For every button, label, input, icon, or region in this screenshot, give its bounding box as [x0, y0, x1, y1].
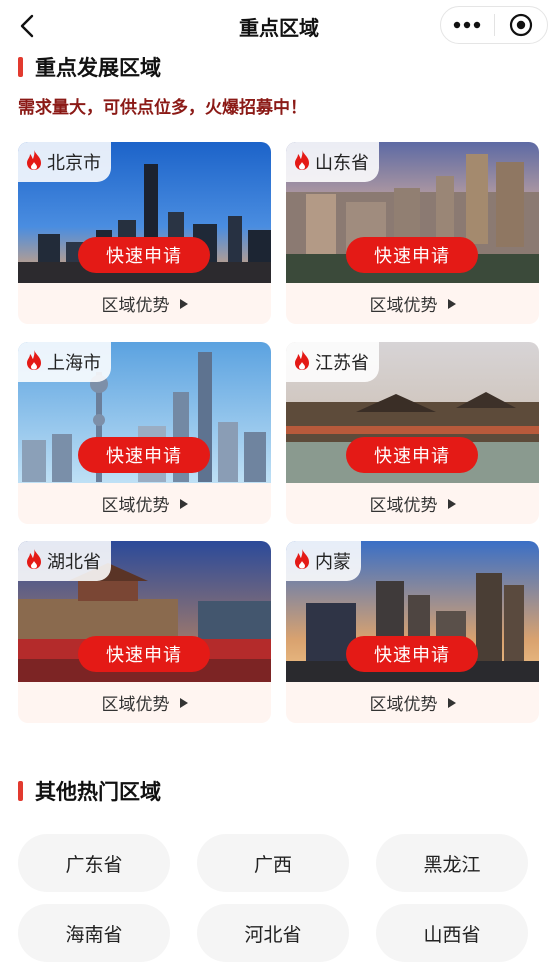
region-card-hubei[interactable]: 湖北省 快速申请 区域优势: [18, 541, 271, 723]
region-pill-shanxi[interactable]: 山西省: [376, 904, 528, 962]
advantage-label: 区域优势: [101, 695, 170, 715]
region-tag: 上海市: [18, 342, 111, 382]
quick-apply-button[interactable]: 快速申请: [346, 636, 478, 672]
flame-icon: [26, 150, 42, 174]
section-accent-bar: [18, 57, 23, 77]
region-pill-hebei[interactable]: 河北省: [197, 904, 349, 962]
region-name: 上海市: [47, 353, 101, 374]
region-name: 江苏省: [315, 353, 369, 374]
quick-apply-button[interactable]: 快速申请: [78, 237, 210, 273]
triangle-right-icon: [447, 498, 456, 509]
region-pill-hainan[interactable]: 海南省: [18, 904, 170, 962]
region-card-beijing[interactable]: 北京市 快速申请 区域优势: [18, 142, 271, 324]
focus-section-header: 重点发展区域: [18, 52, 161, 82]
flame-icon: [26, 350, 42, 374]
triangle-right-icon: [179, 298, 188, 309]
top-nav-bar: 重点区域: [0, 0, 558, 52]
region-card-shanghai[interactable]: 上海市 快速申请 区域优势: [18, 342, 271, 524]
region-card-shandong[interactable]: 山东省 快速申请 区域优势: [286, 142, 539, 324]
quick-apply-button[interactable]: 快速申请: [78, 636, 210, 672]
quick-apply-button[interactable]: 快速申请: [346, 437, 478, 473]
region-pill-guangdong[interactable]: 广东省: [18, 834, 170, 892]
region-tag: 山东省: [286, 142, 379, 182]
region-advantage-link[interactable]: 区域优势: [286, 483, 539, 524]
more-dots-icon[interactable]: [441, 7, 494, 43]
quick-apply-button[interactable]: 快速申请: [78, 437, 210, 473]
flame-icon: [26, 549, 42, 573]
region-name: 湖北省: [47, 552, 101, 573]
region-card-jiangsu[interactable]: 江苏省 快速申请 区域优势: [286, 342, 539, 524]
other-section-title: 其他热门区域: [35, 780, 161, 804]
triangle-right-icon: [179, 697, 188, 708]
region-card-neimeng[interactable]: 内蒙 快速申请 区域优势: [286, 541, 539, 723]
advantage-label: 区域优势: [369, 496, 438, 516]
region-tag: 湖北省: [18, 541, 111, 581]
region-name: 内蒙: [315, 552, 351, 573]
focus-subtitle: 需求量大，可供点位多，火爆招募中！: [18, 98, 307, 118]
triangle-right-icon: [179, 498, 188, 509]
region-tag: 内蒙: [286, 541, 361, 581]
advantage-label: 区域优势: [369, 296, 438, 316]
region-advantage-link[interactable]: 区域优势: [18, 682, 271, 723]
other-section-header: 其他热门区域: [18, 776, 161, 806]
section-accent-bar: [18, 781, 23, 801]
close-target-icon[interactable]: [495, 7, 548, 43]
triangle-right-icon: [447, 298, 456, 309]
quick-apply-button[interactable]: 快速申请: [346, 237, 478, 273]
advantage-label: 区域优势: [369, 695, 438, 715]
flame-icon: [294, 150, 310, 174]
region-advantage-link[interactable]: 区域优势: [18, 283, 271, 324]
region-tag: 北京市: [18, 142, 111, 182]
advantage-label: 区域优势: [101, 496, 170, 516]
mini-program-capsule: [440, 6, 548, 44]
region-advantage-link[interactable]: 区域优势: [18, 483, 271, 524]
region-tag: 江苏省: [286, 342, 379, 382]
region-advantage-link[interactable]: 区域优势: [286, 682, 539, 723]
triangle-right-icon: [447, 697, 456, 708]
region-pill-guangxi[interactable]: 广西: [197, 834, 349, 892]
region-name: 山东省: [315, 153, 369, 174]
region-advantage-link[interactable]: 区域优势: [286, 283, 539, 324]
flame-icon: [294, 549, 310, 573]
region-pill-heilongjiang[interactable]: 黑龙江: [376, 834, 528, 892]
flame-icon: [294, 350, 310, 374]
advantage-label: 区域优势: [101, 296, 170, 316]
focus-section-title: 重点发展区域: [35, 56, 161, 80]
region-name: 北京市: [47, 153, 101, 174]
